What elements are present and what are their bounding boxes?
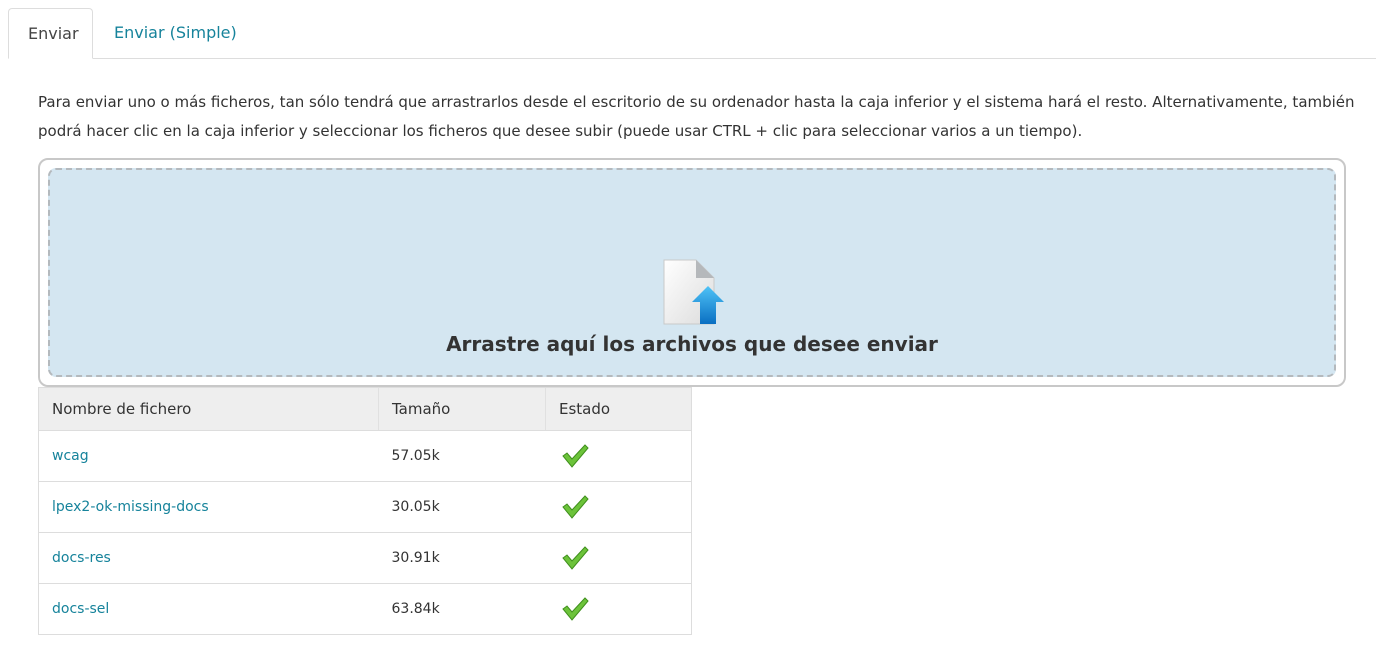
file-link[interactable]: docs-res (52, 550, 111, 566)
tab-enviar-simple[interactable]: Enviar (Simple) (95, 8, 256, 57)
check-icon (561, 495, 589, 519)
tab-bar: Enviar Enviar (Simple) (8, 8, 1376, 59)
file-upload-icon (663, 259, 724, 325)
check-icon (561, 444, 589, 468)
file-status (545, 481, 692, 533)
file-status (545, 430, 692, 482)
column-header-size: Tamaño (378, 387, 546, 431)
uploaded-files-table: Nombre de fichero Tamaño Estado wcag 57.… (38, 387, 692, 635)
file-dropzone[interactable]: Arrastre aquí los archivos que desee env… (48, 168, 1336, 377)
table-header-row: Nombre de fichero Tamaño Estado (38, 387, 692, 431)
tab-enviar[interactable]: Enviar (8, 8, 93, 59)
column-header-name: Nombre de fichero (38, 387, 379, 431)
file-status (545, 532, 692, 584)
file-size: 63.84k (378, 583, 546, 635)
check-icon (561, 597, 589, 621)
column-header-status: Estado (545, 387, 692, 431)
file-size: 30.91k (378, 532, 546, 584)
table-row: lpex2-ok-missing-docs 30.05k (38, 481, 692, 533)
dropzone-label: Arrastre aquí los archivos que desee env… (446, 332, 938, 356)
file-link[interactable]: wcag (52, 448, 89, 464)
file-size: 57.05k (378, 430, 546, 482)
table-row: docs-res 30.91k (38, 532, 692, 584)
file-link[interactable]: lpex2-ok-missing-docs (52, 499, 209, 515)
file-status (545, 583, 692, 635)
table-row: docs-sel 63.84k (38, 583, 692, 635)
file-size: 30.05k (378, 481, 546, 533)
table-row: wcag 57.05k (38, 430, 692, 482)
check-icon (561, 546, 589, 570)
instructions-text: Para enviar uno o más ficheros, tan sólo… (38, 93, 1355, 140)
file-link[interactable]: docs-sel (52, 601, 109, 617)
dropzone-container: Arrastre aquí los archivos que desee env… (38, 158, 1346, 387)
